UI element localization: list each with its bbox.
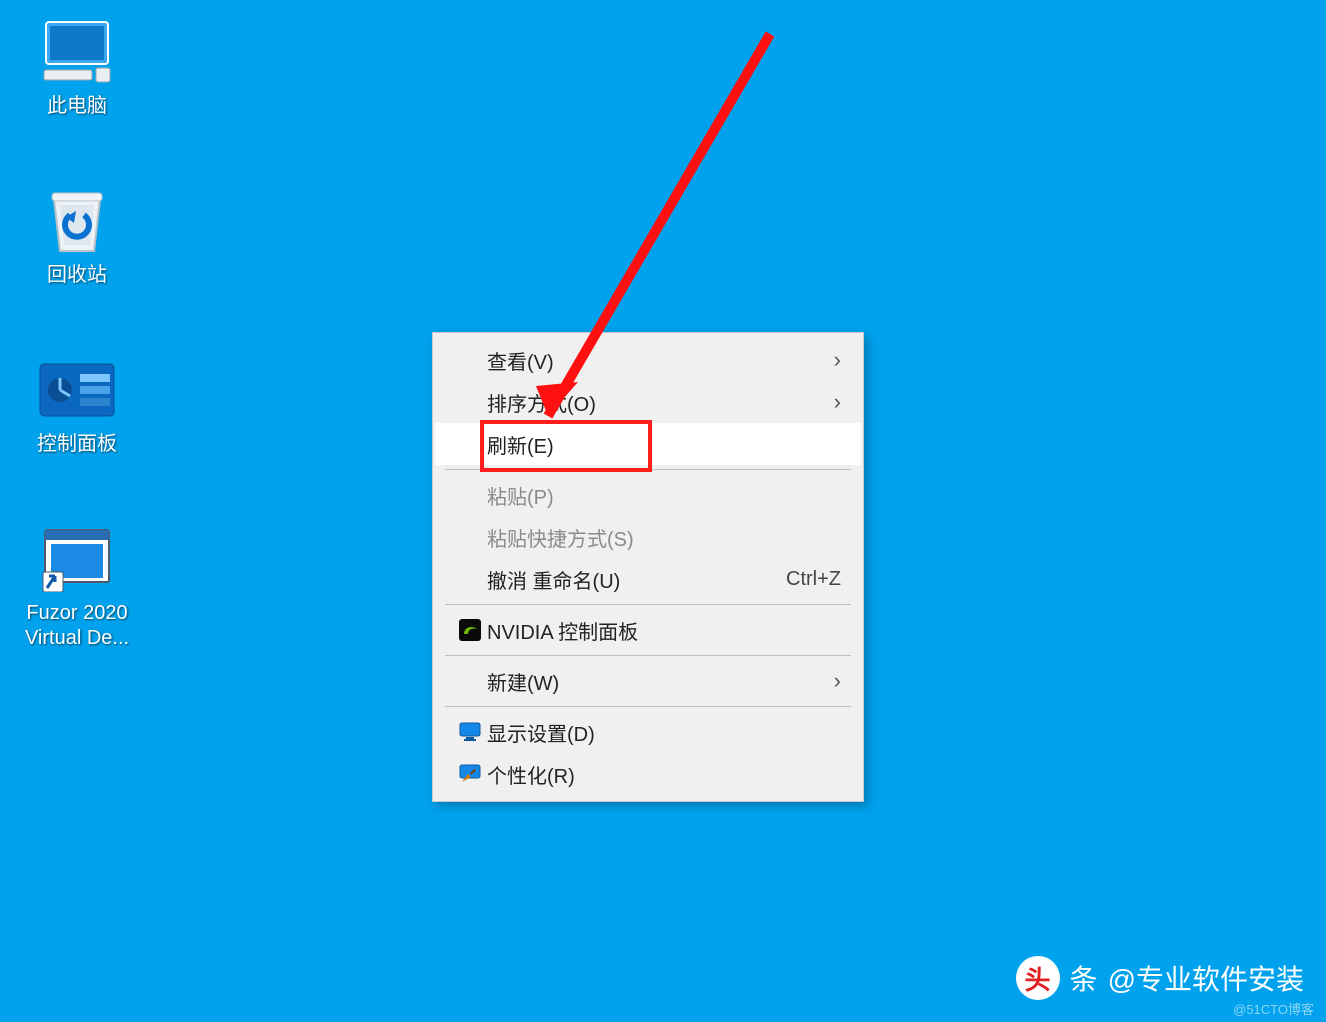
computer-icon	[37, 18, 117, 86]
app-shortcut-icon	[37, 525, 117, 593]
watermark: @51CTO博客	[1233, 999, 1314, 1018]
desktop-icon-fuzor-shortcut[interactable]: Fuzor 2020 Virtual De...	[12, 525, 142, 651]
desktop-context-menu: 查看(V) › 排序方式(O) › 刷新(E) 粘贴(P) 粘贴快捷方式(S) …	[432, 332, 864, 802]
menu-item-new[interactable]: 新建(W) ›	[435, 660, 861, 702]
personalize-icon	[453, 764, 487, 784]
desktop-icon-control-panel[interactable]: 控制面板	[12, 356, 142, 457]
icon-label: Fuzor 2020 Virtual De...	[12, 601, 142, 651]
chevron-right-icon: ›	[834, 347, 841, 373]
menu-item-paste: 粘贴(P)	[435, 474, 861, 516]
menu-item-personalize[interactable]: 个性化(R)	[435, 753, 861, 795]
menu-separator	[445, 604, 851, 605]
menu-label: 粘贴(P)	[487, 481, 841, 510]
menu-label: 显示设置(D)	[487, 718, 841, 747]
menu-label: NVIDIA 控制面板	[487, 616, 841, 645]
desktop-icon-recycle-bin[interactable]: 回收站	[12, 187, 142, 288]
attribution-account: @专业软件安装	[1108, 958, 1304, 998]
menu-label: 撤消 重命名(U)	[487, 565, 786, 594]
menu-label: 新建(W)	[487, 667, 834, 696]
menu-item-undo-rename[interactable]: 撤消 重命名(U) Ctrl+Z	[435, 558, 861, 600]
menu-label: 个性化(R)	[487, 760, 841, 789]
icon-label: 控制面板	[37, 432, 117, 457]
icon-label: 回收站	[47, 263, 107, 288]
menu-item-display-settings[interactable]: 显示设置(D)	[435, 711, 861, 753]
shortcut-text: Ctrl+Z	[786, 568, 841, 591]
menu-label: 查看(V)	[487, 346, 834, 375]
menu-item-view[interactable]: 查看(V) ›	[435, 339, 861, 381]
menu-separator	[445, 469, 851, 470]
menu-separator	[445, 655, 851, 656]
toutiao-badge-icon: 头	[1016, 956, 1060, 1000]
menu-item-nvidia-control-panel[interactable]: NVIDIA 控制面板	[435, 609, 861, 651]
chevron-right-icon: ›	[834, 668, 841, 694]
control-panel-icon	[37, 356, 117, 424]
menu-label: 排序方式(O)	[487, 388, 834, 417]
attribution-footer: 头 条 @专业软件安装	[1016, 956, 1304, 1000]
menu-item-sort[interactable]: 排序方式(O) ›	[435, 381, 861, 423]
menu-item-paste-shortcut: 粘贴快捷方式(S)	[435, 516, 861, 558]
desktop-icons-column: 此电脑 回收站	[12, 18, 142, 651]
chevron-right-icon: ›	[834, 389, 841, 415]
nvidia-icon	[453, 619, 487, 641]
attribution-prefix: 条	[1070, 958, 1098, 998]
desktop-icon-this-pc[interactable]: 此电脑	[12, 18, 142, 119]
desktop[interactable]: 此电脑 回收站	[0, 0, 1326, 1022]
display-icon	[453, 722, 487, 742]
menu-label: 刷新(E)	[487, 430, 841, 459]
menu-separator	[445, 706, 851, 707]
menu-item-refresh[interactable]: 刷新(E)	[435, 423, 861, 465]
recycle-bin-icon	[37, 187, 117, 255]
menu-label: 粘贴快捷方式(S)	[487, 523, 841, 552]
icon-label: 此电脑	[47, 94, 107, 119]
